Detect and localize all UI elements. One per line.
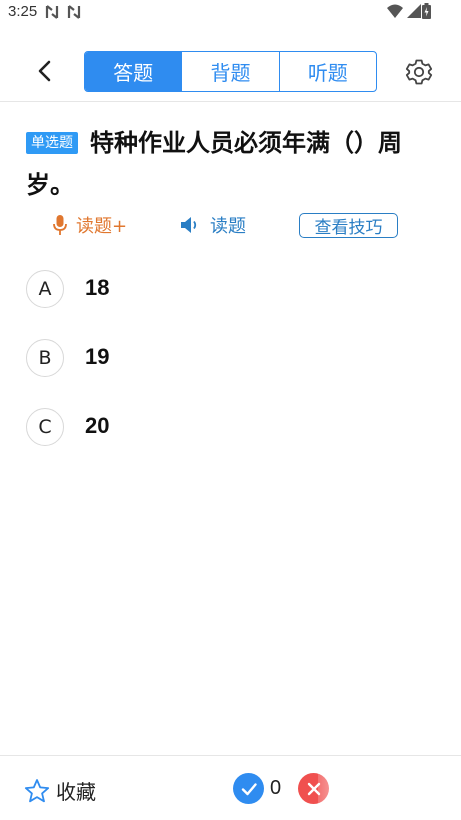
bottom-bar: 收藏 0 <box>0 755 461 820</box>
favorite-label: 收藏 <box>56 780 96 804</box>
question: 单选题 特种作业人员必须年满（）周岁。 <box>26 122 441 206</box>
battery-icon <box>422 3 431 19</box>
sync-icon <box>45 5 59 19</box>
option-text: 19 <box>85 344 110 369</box>
listen-read-button[interactable]: 读题 <box>180 212 246 238</box>
correct-counter: 0 <box>233 773 281 804</box>
chevron-left-icon <box>38 60 51 82</box>
option-text: 20 <box>85 413 110 438</box>
favorite-button[interactable]: 收藏 <box>24 776 96 805</box>
question-stem: 特种作业人员必须年满（）周岁。 <box>26 129 402 199</box>
mode-tabs: 答题 背题 听题 <box>84 51 377 92</box>
check-icon <box>233 773 264 804</box>
tab-listen[interactable]: 听题 <box>278 52 376 91</box>
signal-icon <box>407 4 421 18</box>
fade-overlay <box>318 756 461 820</box>
answer-options: A 18 B 19 C 20 <box>26 270 436 477</box>
view-tips-button[interactable]: 查看技巧 <box>299 213 398 238</box>
listen-read-label: 读题 <box>210 216 246 237</box>
correct-count: 0 <box>270 777 282 799</box>
wifi-icon <box>387 4 403 18</box>
tab-answer[interactable]: 答题 <box>85 52 182 91</box>
option-text: 18 <box>85 275 110 300</box>
back-button[interactable] <box>28 56 62 86</box>
option-letter: A <box>26 270 64 308</box>
voice-read-button[interactable]: 读题+ <box>52 212 127 238</box>
gear-icon <box>405 59 433 85</box>
option-letter: C <box>26 408 64 446</box>
settings-button[interactable] <box>402 55 436 89</box>
option-letter: B <box>26 339 64 377</box>
question-type-badge: 单选题 <box>26 132 78 154</box>
microphone-icon <box>53 215 67 235</box>
option-c[interactable]: C 20 <box>26 408 436 477</box>
sync-icon <box>67 5 81 19</box>
header: 答题 背题 听题 <box>0 40 461 102</box>
question-actions: 读题+ 读题 查看技巧 <box>52 210 412 240</box>
status-time: 3:25 <box>8 3 38 20</box>
tab-recite[interactable]: 背题 <box>181 52 278 91</box>
speaker-icon <box>181 217 197 233</box>
option-b[interactable]: B 19 <box>26 339 436 408</box>
voice-read-label: 读题+ <box>76 216 128 237</box>
question-text: 单选题 特种作业人员必须年满（）周岁。 <box>26 122 441 206</box>
star-icon <box>24 778 50 802</box>
status-bar: 3:25 <box>0 0 461 26</box>
option-a[interactable]: A 18 <box>26 270 436 339</box>
